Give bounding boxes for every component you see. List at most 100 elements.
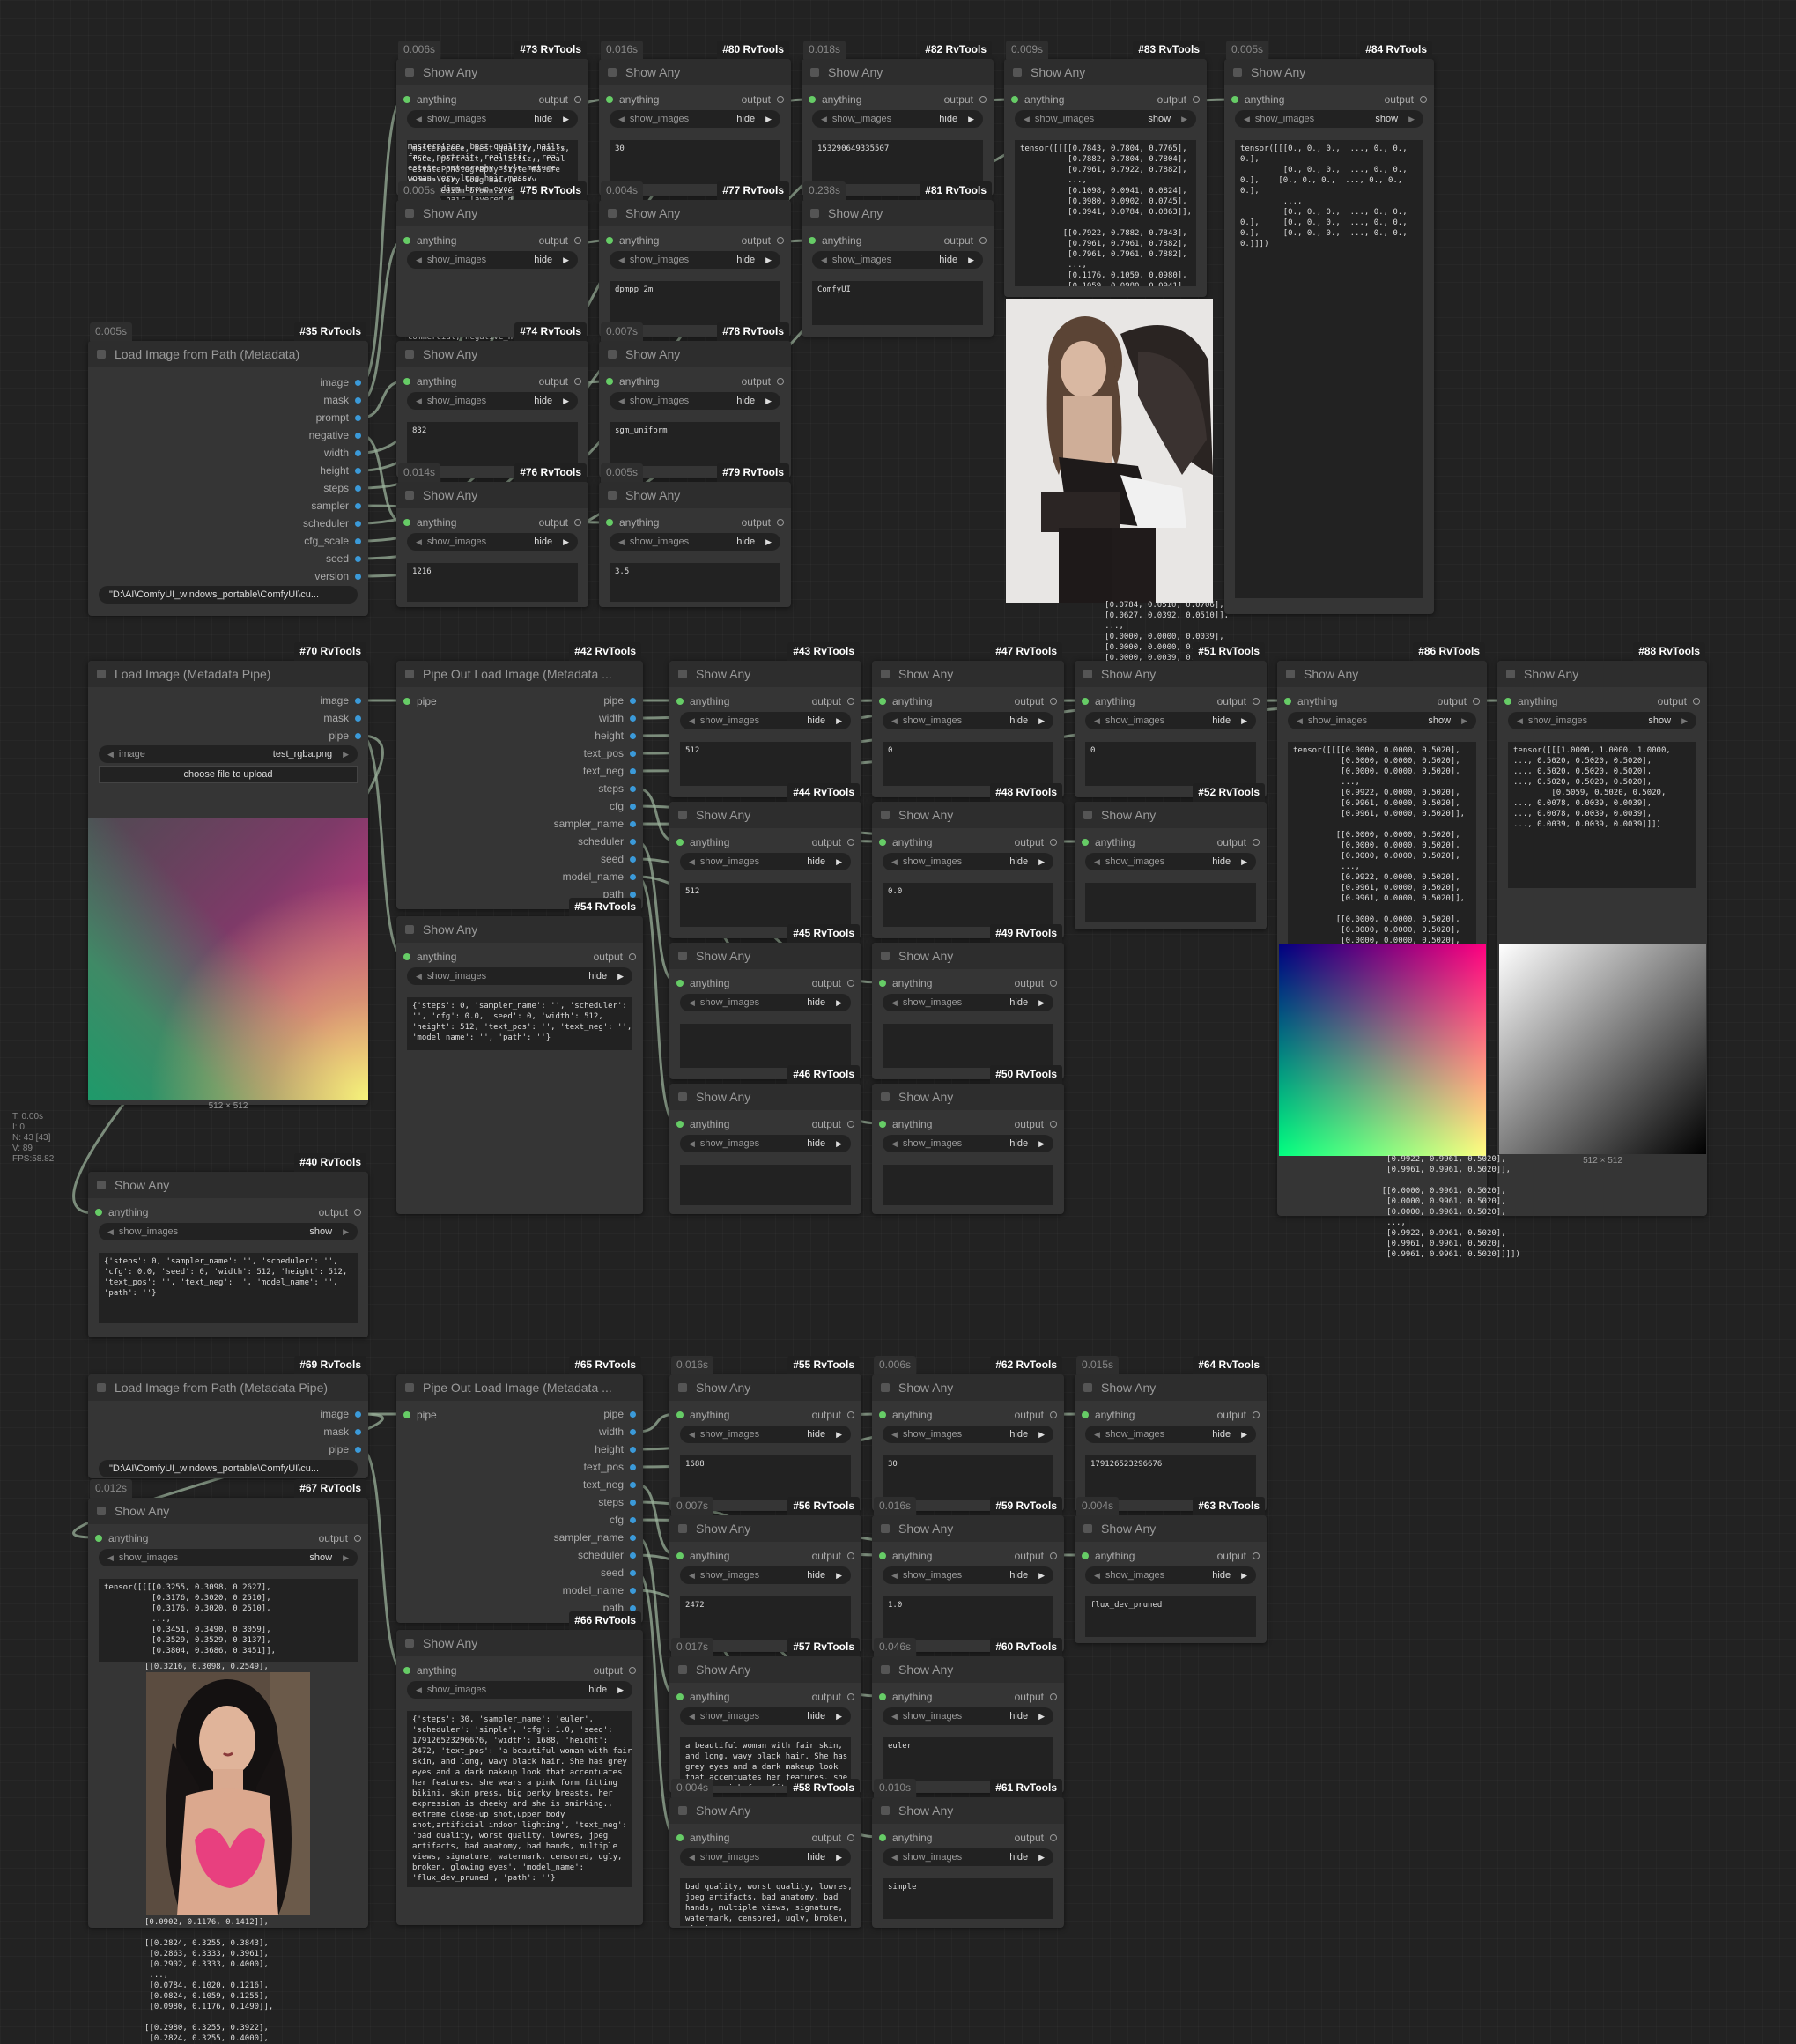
node-n52[interactable]: #52 RvTools Show Any anything output ◀ show_i…	[1075, 783, 1267, 929]
output-text[interactable]	[883, 1024, 1053, 1068]
output-slot[interactable]: output	[1015, 695, 1057, 707]
input-slot-anything[interactable]: anything	[676, 1550, 729, 1562]
output-slot[interactable]: output	[539, 234, 581, 247]
show-images-toggle[interactable]: ◀ show_images hide ▶	[680, 853, 851, 870]
output-connector-icon[interactable]	[847, 1552, 854, 1559]
arrow-right-icon[interactable]: ▶	[836, 1571, 842, 1581]
input-connector-icon[interactable]	[95, 1535, 102, 1542]
input-slot-anything[interactable]: anything	[676, 1118, 729, 1130]
output-slot[interactable]: output	[742, 234, 784, 247]
output-text[interactable]: 1688	[680, 1455, 851, 1500]
output-connector-icon[interactable]	[1420, 96, 1427, 103]
node-n49[interactable]: #49 RvTools Show Any anything output ◀ show_i…	[872, 924, 1064, 1079]
collapse-toggle-icon[interactable]	[678, 1665, 687, 1674]
output-slot[interactable]: output	[1015, 977, 1057, 989]
input-slot-anything[interactable]: anything	[676, 695, 729, 707]
node-title-bar[interactable]: Show Any	[396, 916, 643, 943]
show-images-toggle[interactable]: ◀ show_images hide ▶	[1085, 712, 1256, 729]
collapse-toggle-icon[interactable]	[678, 670, 687, 678]
output-connector-icon[interactable]	[1253, 1552, 1260, 1559]
arrow-right-icon[interactable]: ▶	[968, 256, 974, 265]
node-title-bar[interactable]: Show Any	[396, 59, 588, 85]
output-connector-icon[interactable]	[1253, 839, 1260, 846]
collapse-toggle-icon[interactable]	[608, 350, 617, 359]
output-connector-icon[interactable]	[355, 414, 361, 421]
show-images-toggle[interactable]: ◀ show_images show ▶	[1508, 712, 1696, 729]
node-title-bar[interactable]: Show Any	[1497, 661, 1707, 687]
arrow-left-icon[interactable]: ◀	[891, 716, 898, 726]
collapse-toggle-icon[interactable]	[810, 209, 819, 218]
output-slot[interactable]: output	[1157, 93, 1200, 106]
node-title-bar[interactable]: Show Any	[1004, 59, 1207, 85]
input-connector-icon[interactable]	[403, 953, 410, 960]
arrow-left-icon[interactable]: ◀	[1094, 716, 1100, 726]
arrow-right-icon[interactable]: ▶	[1181, 115, 1187, 124]
output-slot[interactable]: output	[1015, 1832, 1057, 1844]
output-connector-icon[interactable]	[1253, 698, 1260, 705]
node-title-bar[interactable]: Show Any	[872, 1656, 1064, 1683]
output-connector-icon[interactable]	[1193, 96, 1200, 103]
arrow-left-icon[interactable]: ◀	[689, 716, 695, 726]
node-n56[interactable]: #56 RvTools 0.007s Show Any anything output ◀…	[669, 1497, 861, 1652]
output-slot[interactable]: output	[812, 1409, 854, 1421]
input-connector-icon[interactable]	[809, 96, 816, 103]
show-images-toggle[interactable]: ◀ show_images hide ▶	[812, 110, 983, 128]
show-images-toggle[interactable]: ◀ show_images hide ▶	[680, 1426, 851, 1443]
arrow-right-icon[interactable]: ▶	[563, 537, 569, 547]
node-title-bar[interactable]: Show Any	[396, 1630, 643, 1656]
output-connector-icon[interactable]	[355, 555, 361, 562]
output-connector-icon[interactable]	[847, 1834, 854, 1841]
node-n78[interactable]: #78 RvTools 0.007s Show Any anything output ◀…	[599, 322, 791, 478]
node-title-bar[interactable]: Show Any	[669, 1797, 861, 1824]
input-connector-icon[interactable]	[1082, 839, 1089, 846]
show-images-toggle[interactable]: ◀ show_images show ▶	[1288, 712, 1476, 729]
input-connector-icon[interactable]	[1231, 96, 1238, 103]
arrow-left-icon[interactable]: ◀	[689, 857, 695, 867]
node-n77[interactable]: #77 RvTools 0.004s Show Any anything output ◀…	[599, 181, 791, 337]
output-slot-scheduler[interactable]: scheduler	[303, 515, 361, 532]
input-connector-icon[interactable]	[403, 237, 410, 244]
input-connector-icon[interactable]	[606, 96, 613, 103]
output-connector-icon[interactable]	[355, 379, 361, 386]
node-n81[interactable]: #81 RvTools 0.238s Show Any anything output ◀…	[802, 181, 994, 337]
collapse-toggle-icon[interactable]	[405, 350, 414, 359]
arrow-right-icon[interactable]: ▶	[1038, 857, 1045, 867]
collapse-toggle-icon[interactable]	[405, 1639, 414, 1648]
input-slot-anything[interactable]: anything	[1082, 1550, 1135, 1562]
output-connector-icon[interactable]	[1050, 698, 1057, 705]
arrow-left-icon[interactable]: ◀	[416, 537, 422, 547]
node-n60[interactable]: #60 RvTools 0.046s Show Any anything output ◀…	[872, 1638, 1064, 1793]
show-images-toggle[interactable]: ◀ show_images hide ▶	[680, 1848, 851, 1866]
output-connector-icon[interactable]	[630, 838, 636, 845]
node-title-bar[interactable]: Show Any	[872, 1084, 1064, 1110]
output-connector-icon[interactable]	[630, 750, 636, 757]
input-connector-icon[interactable]	[809, 237, 816, 244]
arrow-left-icon[interactable]: ◀	[891, 1853, 898, 1863]
output-connector-icon[interactable]	[355, 732, 361, 739]
node-title-bar[interactable]: Show Any	[669, 1515, 861, 1542]
output-text[interactable]: {'steps': 30, 'sampler_name': 'euler', '…	[407, 1711, 632, 1887]
output-slot-model_name[interactable]: model_name	[554, 868, 636, 885]
collapse-toggle-icon[interactable]	[1083, 670, 1092, 678]
node-title-bar[interactable]: Show Any	[669, 802, 861, 828]
output-slot[interactable]: output	[539, 516, 581, 529]
input-connector-icon[interactable]	[676, 1693, 684, 1700]
arrow-left-icon[interactable]: ◀	[689, 1712, 695, 1722]
output-slot-scheduler[interactable]: scheduler	[554, 1546, 636, 1564]
output-slot[interactable]: output	[1015, 836, 1057, 848]
show-images-toggle[interactable]: ◀ show_images show ▶	[99, 1223, 358, 1240]
node-n35[interactable]: #35 RvTools 0.005s Load Image from Path (M…	[88, 322, 368, 616]
arrow-right-icon[interactable]: ▶	[1241, 716, 1247, 726]
input-connector-icon[interactable]	[403, 1667, 410, 1674]
node-title-bar[interactable]: Show Any	[1075, 661, 1267, 687]
arrow-left-icon[interactable]: ◀	[1024, 115, 1030, 124]
output-slot[interactable]: output	[812, 1118, 854, 1130]
node-n40[interactable]: #40 RvTools Show Any anything output ◀ show_i…	[88, 1153, 368, 1337]
input-slot-anything[interactable]: anything	[606, 516, 659, 529]
input-slot-anything[interactable]: anything	[95, 1532, 148, 1544]
node-n54[interactable]: #54 RvTools Show Any anything output ◀ show_i…	[396, 898, 643, 1214]
output-connector-icon[interactable]	[630, 891, 636, 898]
show-images-toggle[interactable]: ◀ show_images hide ▶	[883, 1566, 1053, 1584]
output-slot-cfg[interactable]: cfg	[554, 1511, 636, 1529]
show-images-toggle[interactable]: ◀ show_images hide ▶	[407, 110, 578, 128]
